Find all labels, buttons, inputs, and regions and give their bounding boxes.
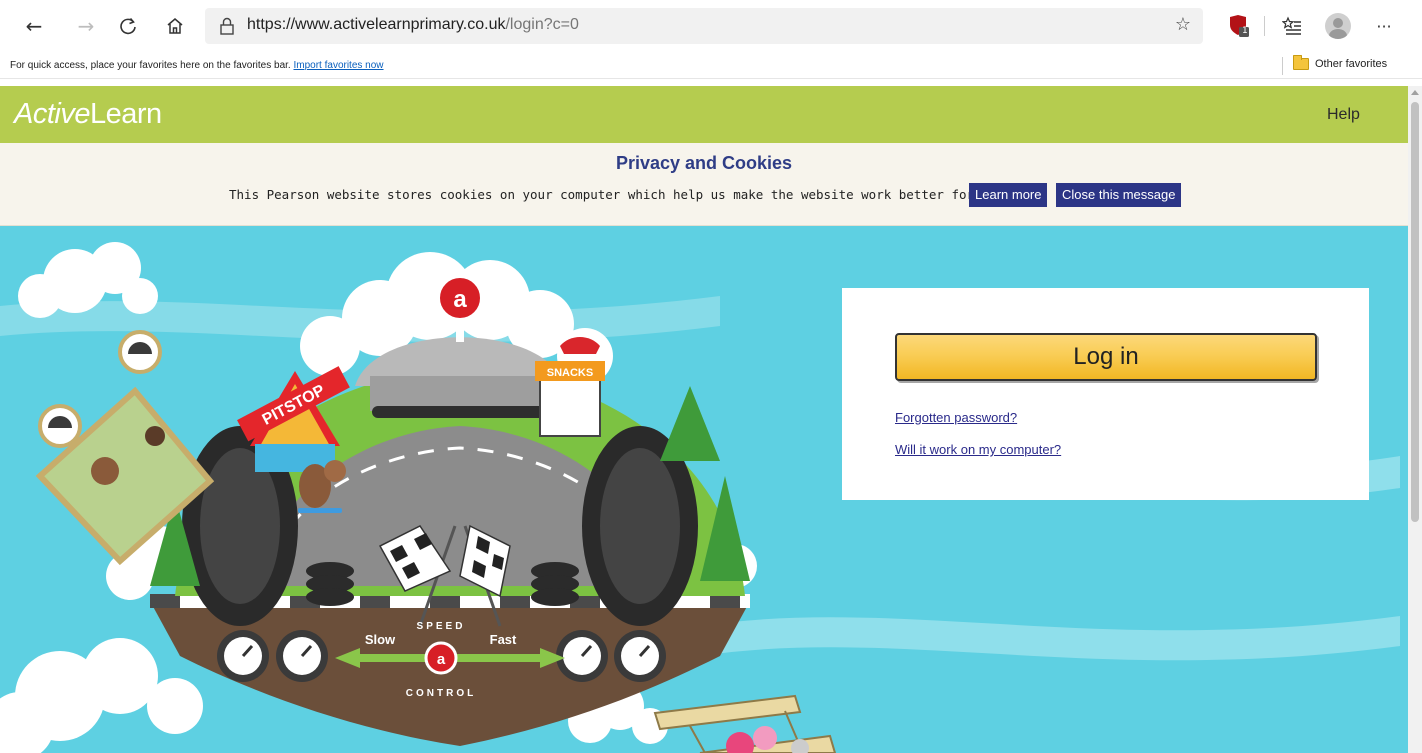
address-bar[interactable]: https://www.activelearnprimary.co.uk/log… [205,8,1203,44]
home-icon[interactable] [159,10,191,42]
close-message-button[interactable]: Close this message [1056,183,1182,207]
other-favorites-label: Other favorites [1315,58,1388,70]
log-in-button[interactable]: Log in [895,333,1317,381]
scroll-up-arrow-icon[interactable] [1411,90,1419,95]
forward-arrow-icon[interactable]: → [70,10,102,42]
url-text[interactable]: https://www.activelearnprimary.co.uk/log… [247,16,579,34]
refresh-icon[interactable] [112,10,144,42]
slow-label: Slow [365,632,396,647]
import-favorites-link[interactable]: Import favorites now [293,60,383,71]
scrollbar-thumb[interactable] [1411,102,1419,522]
lock-icon[interactable] [217,16,237,36]
more-options-icon[interactable]: ··· [1368,10,1400,42]
cloud [18,242,158,318]
speed-label: SPEED [417,621,466,632]
help-link[interactable]: Help [1327,106,1360,124]
folder-icon [1293,55,1309,70]
activelearn-logo[interactable]: ActiveLearn [14,98,162,131]
browser-toolbar: ← → https://www.activelearnprimary.co.uk… [0,0,1422,53]
stadium-stands [370,376,550,411]
badge-letter: a [453,286,467,313]
track-barrier-tyres [372,406,548,418]
compatibility-check-link[interactable]: Will it work on my computer? [895,442,1061,457]
hero-illustration: PITSTOP SNACKS a a Slow Fast SPEED CONTR… [0,226,1408,753]
back-arrow-icon[interactable]: ← [18,10,50,42]
forgotten-password-link[interactable]: Forgotten password? [895,410,1017,425]
favorites-bar-separator [1282,57,1283,75]
cloud [0,638,203,753]
fast-label: Fast [490,632,517,647]
favorite-star-icon[interactable]: ☆ [1175,14,1191,35]
squirrel-character [91,457,119,485]
site-header: ActiveLearn Help [0,86,1408,143]
sky-streak [700,616,1400,661]
snacks-sign: SNACKS [547,367,593,379]
cookie-notice: Privacy and Cookies This Pearson website… [0,143,1408,226]
favorites-bar: For quick access, place your favorites h… [0,53,1422,79]
toolbar-separator [1264,16,1265,36]
profile-avatar-icon[interactable] [1325,13,1351,39]
extension-shield-icon[interactable]: 1 [1228,14,1250,38]
login-panel: Log in Forgotten password? Will it work … [842,288,1369,500]
cookie-notice-text: This Pearson website stores cookies on y… [229,187,1012,202]
control-label: CONTROL [406,688,476,699]
page-scrollbar[interactable] [1408,86,1422,753]
page-viewport: ActiveLearn Help Privacy and Cookies Thi… [0,86,1408,753]
learn-more-button[interactable]: Learn more [969,183,1048,207]
extension-badge: 1 [1242,26,1248,36]
kid-character [145,426,165,446]
cookie-notice-title: Privacy and Cookies [615,153,793,173]
other-favorites-button[interactable]: Other favorites [1293,55,1388,70]
favorites-list-icon[interactable] [1276,10,1308,42]
biplane [653,694,837,753]
favorites-bar-message: For quick access, place your favorites h… [10,60,384,71]
speed-badge-letter: a [437,651,446,668]
